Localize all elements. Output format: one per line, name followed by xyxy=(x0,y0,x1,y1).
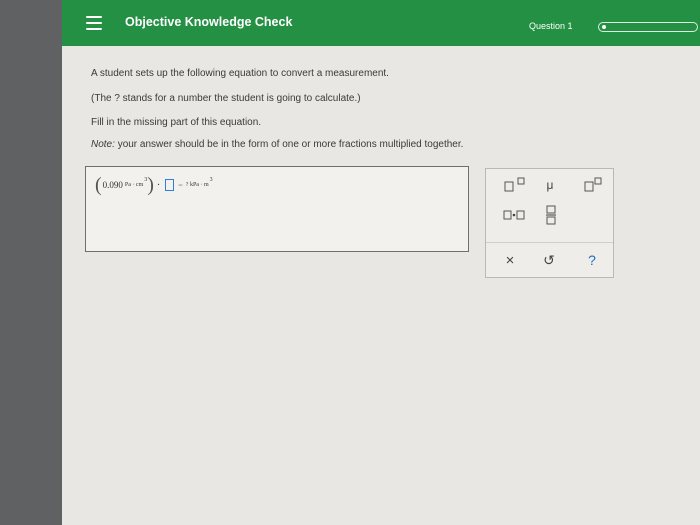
prompt-note: Note: your answer should be in the form … xyxy=(91,139,463,150)
progress-indicator xyxy=(602,25,606,29)
help-button[interactable]: ? xyxy=(579,249,605,271)
menu-icon[interactable] xyxy=(86,16,102,30)
answer-blank[interactable] xyxy=(165,179,175,191)
superscript-button[interactable] xyxy=(578,175,608,195)
equation-left-exponent: 3 xyxy=(144,177,148,183)
left-paren: ( xyxy=(95,174,102,196)
sci-notation-icon xyxy=(504,177,525,192)
prompt-line-2: (The ? stands for a number the student i… xyxy=(91,93,361,104)
undo-icon[interactable]: ↺ xyxy=(536,249,562,271)
equals-sign: = xyxy=(178,180,183,190)
prompt-line-1: A student sets up the following equation… xyxy=(91,68,389,79)
math-palette: μ × ↺ ? xyxy=(485,168,614,278)
superscript-icon xyxy=(584,177,602,192)
equation-result: ? kPa · m xyxy=(185,182,209,188)
header-bar: Objective Knowledge Check Question 1 xyxy=(62,0,700,46)
right-paren: ) xyxy=(147,174,154,196)
note-text: your answer should be in the form of one… xyxy=(117,139,464,150)
note-label: Note: xyxy=(91,139,115,150)
multiply-dot: · xyxy=(156,179,161,191)
progress-bar xyxy=(598,22,698,32)
palette-divider xyxy=(486,242,613,243)
equation: ( 0.090 Pa · cm 3 ) · = ? kPa · m 3 xyxy=(95,175,213,195)
question-label: Question 1 xyxy=(529,21,573,31)
multiply-icon xyxy=(503,210,525,220)
sci-notation-button[interactable] xyxy=(500,175,530,195)
equation-value: 0.090 xyxy=(102,180,123,190)
micro-button[interactable]: μ xyxy=(535,175,565,195)
page-title: Objective Knowledge Check xyxy=(125,15,293,29)
fraction-button[interactable] xyxy=(536,203,566,227)
answer-input-box[interactable]: ( 0.090 Pa · cm 3 ) · = ? kPa · m 3 xyxy=(85,166,469,252)
multiply-button[interactable] xyxy=(496,205,532,225)
fraction-icon xyxy=(546,205,556,225)
clear-button[interactable]: × xyxy=(497,249,523,271)
equation-left-units: Pa · cm xyxy=(124,182,144,188)
prompt-line-3: Fill in the missing part of this equatio… xyxy=(91,117,262,128)
equation-result-exponent: 3 xyxy=(209,177,213,183)
